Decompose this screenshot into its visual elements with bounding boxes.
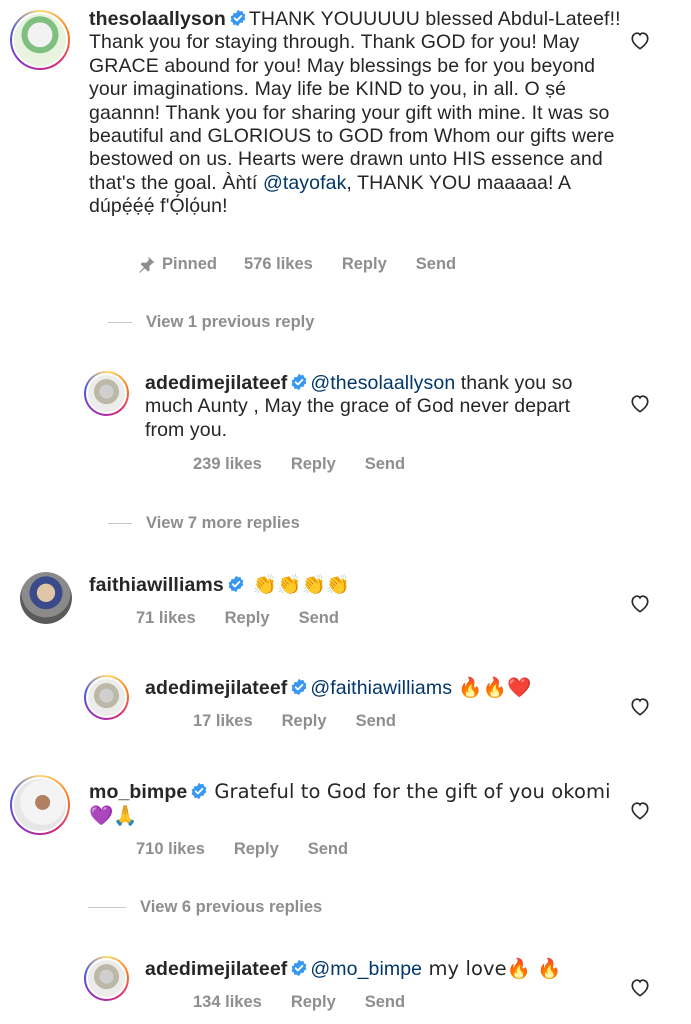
avatar[interactable]	[10, 10, 70, 70]
comment-meta: 134 likes Reply Send	[193, 993, 405, 1012]
verified-badge-icon	[292, 373, 307, 391]
reply-button[interactable]: Reply	[225, 609, 270, 628]
likes-count[interactable]: 239 likes	[193, 455, 262, 474]
mention-link[interactable]: @faithiawilliams	[310, 677, 452, 699]
heart-outline-icon[interactable]	[629, 800, 651, 820]
comment-username[interactable]: adedimejilateef	[145, 958, 287, 980]
pin-icon	[139, 256, 155, 273]
avatar[interactable]	[10, 775, 70, 835]
divider-line	[108, 322, 132, 323]
comment-username[interactable]: thesolaallyson	[89, 8, 226, 30]
reply-button[interactable]: Reply	[291, 455, 336, 474]
comment-username[interactable]: faithiawilliams	[89, 574, 224, 596]
comment-meta: Pinned 576 likes Reply Send	[136, 255, 456, 275]
comment-text: thesolaallyson THANK YOUUUUU blessed Abdu…	[89, 8, 629, 219]
verified-badge-icon	[292, 678, 307, 696]
view-replies-button[interactable]: View 7 more replies	[108, 514, 300, 533]
view-replies-label: View 7 more replies	[146, 514, 300, 532]
heart-outline-icon[interactable]	[629, 393, 651, 413]
avatar[interactable]	[84, 675, 129, 720]
avatar[interactable]	[20, 572, 72, 624]
reply-button[interactable]: Reply	[282, 712, 327, 731]
send-button[interactable]: Send	[365, 993, 405, 1012]
likes-count[interactable]: 71 likes	[136, 609, 196, 628]
view-replies-label: View 1 previous reply	[146, 313, 315, 331]
likes-count[interactable]: 17 likes	[193, 712, 253, 731]
comment-text: mo_bimpe Grateful to God for the gift of …	[89, 780, 629, 829]
comment-meta: 71 likes Reply Send	[136, 609, 339, 628]
avatar[interactable]	[84, 371, 129, 416]
heart-outline-icon[interactable]	[629, 977, 651, 997]
verified-badge-icon	[292, 959, 307, 977]
heart-outline-icon[interactable]	[629, 30, 651, 50]
send-button[interactable]: Send	[299, 609, 339, 628]
view-replies-button[interactable]: View 1 previous reply	[108, 313, 314, 332]
comment-body: 👏👏👏👏	[252, 573, 351, 596]
comment-body: THANK YOUUUUU blessed Abdul-Lateef!! Tha…	[89, 8, 621, 194]
comment-body: 🔥🔥❤️	[452, 676, 532, 699]
likes-count[interactable]: 576 likes	[244, 255, 313, 275]
divider-line	[88, 907, 126, 908]
mention-link[interactable]: @mo_bimpe	[310, 958, 422, 980]
comment-text: faithiawilliams 👏👏👏👏	[89, 573, 629, 597]
verified-badge-icon	[191, 782, 207, 800]
mention-link[interactable]: @thesolaallyson	[310, 372, 455, 394]
send-button[interactable]: Send	[365, 455, 405, 474]
pinned-label: Pinned	[162, 255, 218, 273]
reply-button[interactable]: Reply	[291, 993, 336, 1012]
comment-username[interactable]: adedimejilateef	[145, 677, 287, 699]
send-button[interactable]: Send	[308, 840, 348, 859]
send-button[interactable]: Send	[416, 255, 456, 275]
mention-link[interactable]: @tayofak	[263, 172, 346, 194]
heart-outline-icon[interactable]	[629, 593, 651, 613]
comment-text: adedimejilateef @mo_bimpe my love🔥 🔥	[145, 957, 615, 981]
comment-text: adedimejilateef @thesolaallyson thank you…	[145, 372, 615, 442]
verified-badge-icon	[230, 9, 246, 27]
reply-button[interactable]: Reply	[234, 840, 279, 859]
verified-badge-icon	[228, 575, 244, 593]
comments-list: thesolaallyson THANK YOUUUUU blessed Abdu…	[0, 0, 691, 1024]
divider-line	[108, 523, 132, 524]
comment-username[interactable]: adedimejilateef	[145, 372, 287, 394]
heart-outline-icon[interactable]	[629, 696, 651, 716]
avatar[interactable]	[84, 956, 129, 1001]
send-button[interactable]: Send	[356, 712, 396, 731]
comment-username[interactable]: mo_bimpe	[89, 781, 187, 803]
comment-meta: 710 likes Reply Send	[136, 840, 348, 859]
view-replies-label: View 6 previous replies	[140, 898, 323, 916]
likes-count[interactable]: 134 likes	[193, 993, 262, 1012]
reply-button[interactable]: Reply	[342, 255, 387, 275]
comment-meta: 17 likes Reply Send	[193, 712, 396, 731]
comment-meta: 239 likes Reply Send	[193, 455, 405, 474]
comment-text: adedimejilateef @faithiawilliams 🔥🔥❤️	[145, 676, 615, 700]
likes-count[interactable]: 710 likes	[136, 840, 205, 859]
comment-body: my love🔥 🔥	[422, 957, 562, 980]
view-replies-button[interactable]: View 6 previous replies	[88, 898, 322, 917]
